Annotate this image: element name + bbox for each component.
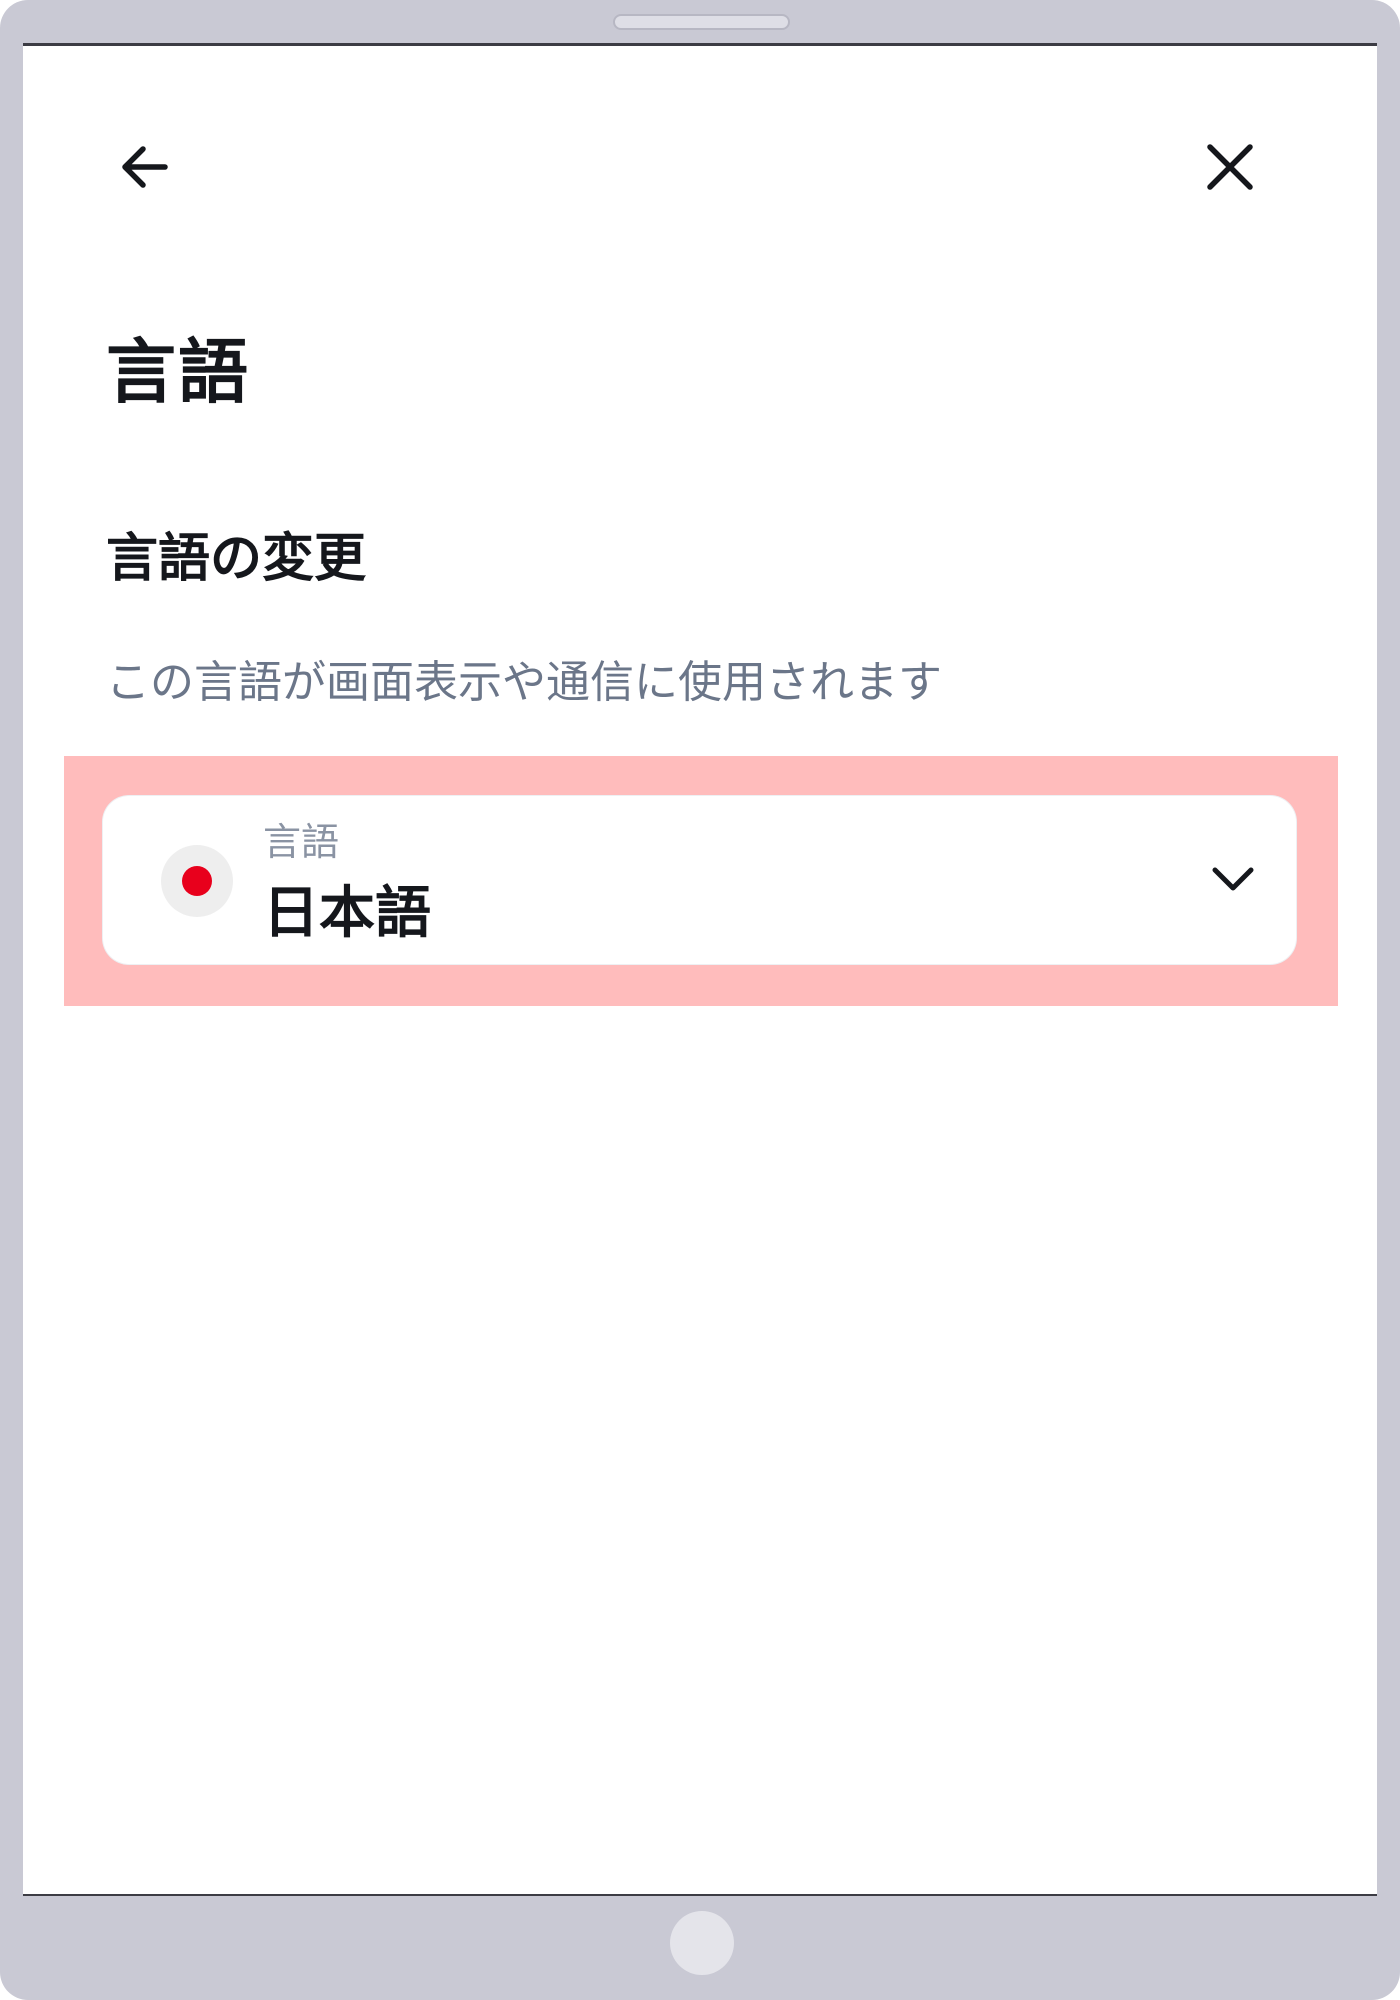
section-title: 言語の変更 — [106, 529, 367, 589]
chevron-down-icon[interactable] — [1203, 854, 1263, 904]
device-speaker — [613, 14, 790, 30]
language-select-value: 日本語 — [263, 881, 431, 946]
close-button[interactable] — [1190, 127, 1270, 207]
flag-red-circle — [182, 866, 212, 896]
japan-flag-icon — [161, 845, 233, 917]
page-title: 言語 — [106, 331, 250, 413]
language-select-label: 言語 — [263, 820, 340, 864]
section-description: この言語が画面表示や通信に使用されます — [106, 657, 942, 708]
app-screen: 言語 言語の変更 この言語が画面表示や通信に使用されます 言語 日本語 — [23, 43, 1377, 1896]
back-button[interactable] — [105, 127, 185, 207]
device-frame: 言語 言語の変更 この言語が画面表示や通信に使用されます 言語 日本語 — [0, 0, 1400, 2000]
arrow-left-icon — [122, 146, 168, 188]
language-select[interactable]: 言語 日本語 — [103, 796, 1296, 964]
home-button[interactable] — [670, 1911, 734, 1975]
close-icon — [1207, 144, 1253, 190]
